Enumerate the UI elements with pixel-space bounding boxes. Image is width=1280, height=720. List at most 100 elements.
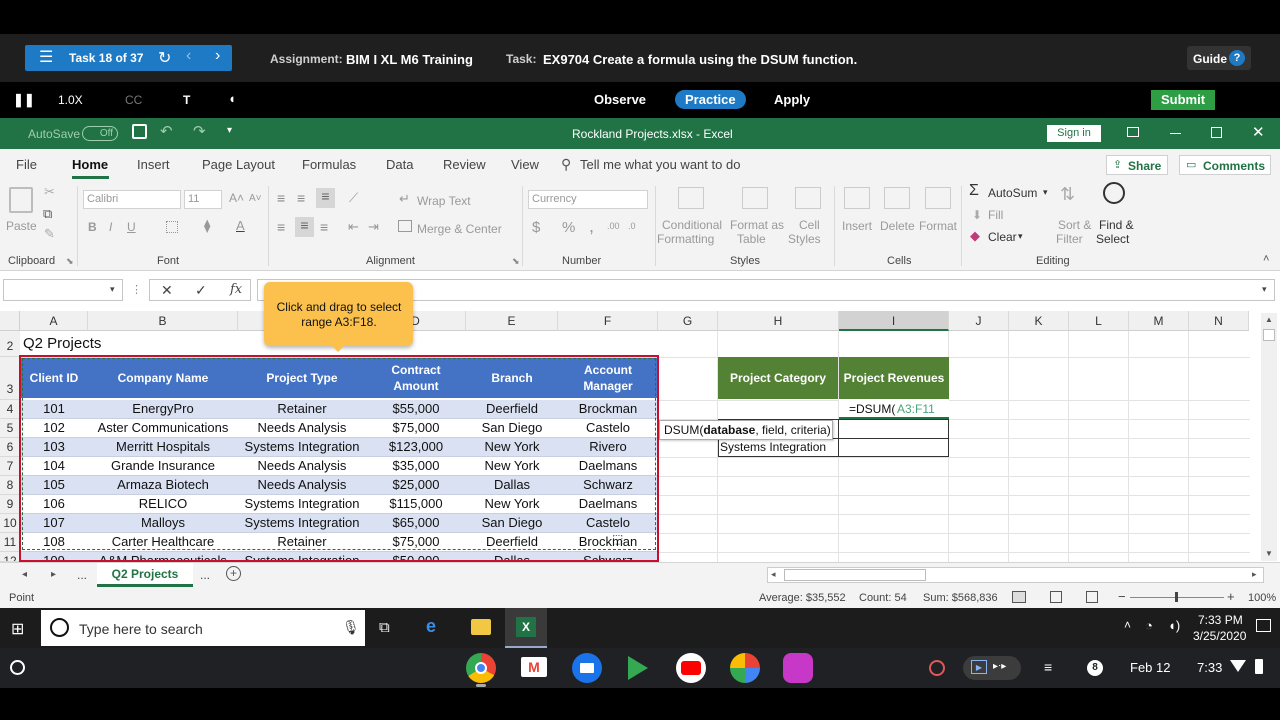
format-as-table-label-2[interactable]: Table <box>737 232 766 246</box>
zoom-slider-thumb[interactable] <box>1175 592 1178 602</box>
close-icon[interactable]: ✕ <box>1252 123 1265 141</box>
h-scroll-thumb[interactable] <box>784 569 926 581</box>
name-box-dropdown-icon[interactable]: ▾ <box>110 284 115 295</box>
fill-label[interactable]: Fill <box>988 208 1003 222</box>
find-select-label[interactable]: Find & <box>1099 218 1134 232</box>
row-header-6[interactable]: 6 <box>0 438 20 457</box>
format-cells-icon[interactable] <box>925 187 951 209</box>
horizontal-scrollbar[interactable]: ◂ ▸ <box>767 567 1264 583</box>
align-right-icon[interactable]: ≡ <box>320 219 328 235</box>
column-header-b[interactable]: B <box>88 311 238 331</box>
collapse-ribbon-icon[interactable]: ˄ <box>1263 253 1269 265</box>
submit-button[interactable]: Submit <box>1151 90 1215 110</box>
align-middle-icon[interactable]: ≡ <box>297 190 305 206</box>
align-bottom-icon[interactable]: ≡ <box>316 188 335 208</box>
shelf-date[interactable]: Feb 12 <box>1130 660 1170 675</box>
scroll-right-icon[interactable]: ▸ <box>1252 569 1257 580</box>
font-name-box[interactable]: Calibri <box>83 190 181 209</box>
sign-in-button[interactable]: Sign in <box>1047 125 1101 142</box>
fill-color-icon[interactable]: ⧫ <box>204 218 210 234</box>
taskbar-search-box[interactable]: Type here to search 🎙 <box>41 610 365 646</box>
shelf-time[interactable]: 7:33 <box>1197 660 1222 675</box>
tab-insert[interactable]: Insert <box>137 157 170 172</box>
align-left-icon[interactable]: ≡ <box>277 219 285 235</box>
decrease-decimal-icon[interactable]: .0 <box>628 221 636 231</box>
column-header-h[interactable]: H <box>718 311 839 331</box>
clear-dropdown-icon[interactable]: ▾ <box>1018 231 1023 242</box>
clear-label[interactable]: Clear <box>988 230 1017 244</box>
share-button[interactable]: ⇪ Share <box>1106 155 1168 175</box>
tab-formulas[interactable]: Formulas <box>302 157 356 172</box>
chrome-app-icon[interactable] <box>466 653 496 683</box>
column-header-m[interactable]: M <box>1129 311 1189 331</box>
redo-icon[interactable]: ↷ <box>193 122 206 140</box>
extra-app-icon[interactable] <box>783 653 813 683</box>
conditional-formatting-label-2[interactable]: Formatting <box>657 232 714 246</box>
column-header-f[interactable]: F <box>558 311 658 331</box>
column-header-e[interactable]: E <box>466 311 558 331</box>
column-header-k[interactable]: K <box>1009 311 1069 331</box>
conditional-formatting-label[interactable]: Conditional <box>662 218 722 232</box>
tab-review[interactable]: Review <box>443 157 486 172</box>
media-controls[interactable]: ▶ ▸⋅▸ <box>963 656 1021 680</box>
more-sheets-right[interactable]: ... <box>200 568 210 582</box>
active-cell-i4[interactable]: =DSUM( A3:F11 <box>839 400 949 419</box>
merge-center-label[interactable]: Merge & Center <box>417 222 502 236</box>
zoom-in-icon[interactable]: + <box>1227 589 1235 604</box>
format-painter-icon[interactable]: ✎ <box>44 226 55 242</box>
paste-label[interactable]: Paste <box>6 219 37 233</box>
prev-task-icon[interactable]: ‹ <box>186 47 191 65</box>
zoom-level[interactable]: 100% <box>1248 592 1276 604</box>
row-header-8[interactable]: 8 <box>0 476 20 495</box>
undo-icon[interactable]: ↶ <box>160 122 173 140</box>
windows-start-icon[interactable]: ⊞ <box>11 619 24 639</box>
autosave-toggle[interactable]: Off <box>82 126 118 141</box>
enter-formula-icon[interactable]: ✓ <box>195 282 207 299</box>
zoom-out-icon[interactable]: − <box>1118 589 1126 604</box>
tell-me-box[interactable]: Tell me what you want to do <box>580 157 740 172</box>
volume-icon[interactable]: ◖ <box>228 91 236 106</box>
scroll-thumb[interactable] <box>1263 329 1275 341</box>
mode-apply[interactable]: Apply <box>774 92 810 107</box>
header-project-revenues[interactable]: Project Revenues <box>839 357 949 399</box>
taskbar-time[interactable]: 7:33 PM <box>1198 613 1243 627</box>
sort-filter-label[interactable]: Sort & <box>1058 218 1091 232</box>
youtube-app-icon[interactable] <box>676 653 706 683</box>
column-header-j[interactable]: J <box>949 311 1009 331</box>
sort-filter-icon[interactable]: ⇅ <box>1060 184 1075 205</box>
clear-icon[interactable]: ◆ <box>970 228 980 244</box>
format-as-table-label[interactable]: Format as <box>730 218 784 232</box>
decrease-indent-icon[interactable]: ⇤ <box>348 219 359 235</box>
format-cells-label[interactable]: Format <box>919 219 957 233</box>
comma-icon[interactable]: , <box>589 216 594 237</box>
copy-icon[interactable]: ⧉ <box>43 206 52 222</box>
select-all-corner[interactable] <box>0 311 20 331</box>
tote-icon[interactable]: ≡ <box>1044 659 1052 675</box>
action-center-icon[interactable] <box>1256 619 1271 632</box>
photos-app-icon[interactable] <box>730 653 760 683</box>
minimize-icon[interactable] <box>1170 133 1181 134</box>
sort-filter-label-2[interactable]: Filter <box>1056 232 1083 246</box>
cell-styles-icon[interactable] <box>795 187 821 209</box>
row-header-10[interactable]: 10 <box>0 514 20 533</box>
column-header-i[interactable]: I <box>839 311 949 331</box>
row-header-2[interactable]: 2 <box>0 331 20 357</box>
customize-qat-icon[interactable]: ▾ <box>227 125 232 136</box>
row-header-9[interactable]: 9 <box>0 495 20 514</box>
cut-icon[interactable]: ✂ <box>44 184 55 200</box>
taskbar-date[interactable]: 3/25/2020 <box>1193 629 1246 643</box>
insert-function-icon[interactable]: fx <box>230 282 242 297</box>
pause-icon[interactable]: ❚❚ <box>13 92 35 108</box>
wrap-text-icon[interactable]: ↵ <box>399 191 410 207</box>
notification-count[interactable]: 8 <box>1087 660 1103 676</box>
new-sheet-icon[interactable]: + <box>226 566 241 581</box>
screen-record-icon[interactable] <box>929 660 945 676</box>
borders-icon[interactable] <box>166 221 178 233</box>
font-color-icon[interactable]: A <box>236 218 245 233</box>
row-header-12[interactable]: 12 <box>0 552 20 562</box>
scroll-left-icon[interactable]: ◂ <box>771 569 776 580</box>
volume-tray-icon[interactable]: ◖) <box>1168 618 1180 633</box>
currency-icon[interactable]: $ <box>532 219 540 236</box>
more-sheets-left[interactable]: ... <box>77 568 87 582</box>
file-explorer-icon[interactable] <box>471 619 491 635</box>
